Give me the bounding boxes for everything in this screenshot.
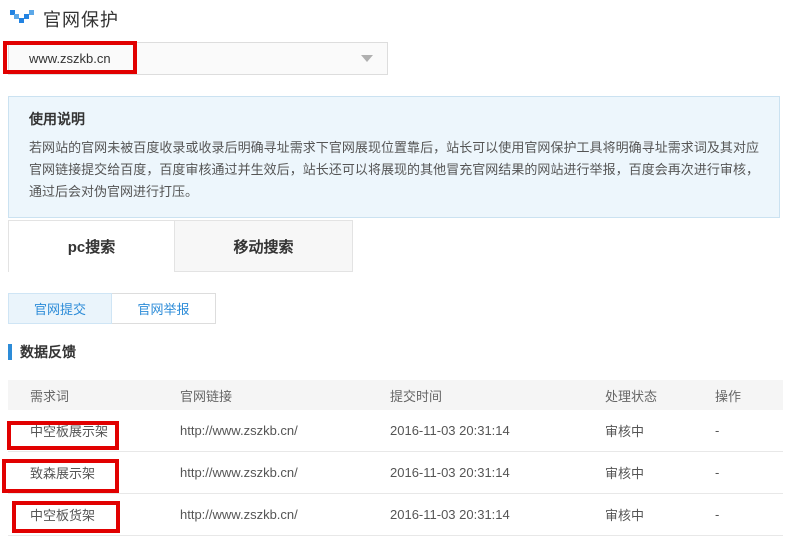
table-header-row: 需求词 官网链接 提交时间 处理状态 操作 — [8, 380, 783, 410]
cell-url: http://www.zszkb.cn/ — [180, 465, 390, 480]
cell-time: 2016-11-03 20:31:14 — [390, 423, 605, 438]
subtab-site-report-label: 官网举报 — [137, 299, 189, 318]
table-row: 中空板展示架 http://www.zszkb.cn/ 2016-11-03 2… — [8, 410, 783, 452]
action-subtabs: 官网提交 官网举报 — [8, 293, 216, 324]
cell-url: http://www.zszkb.cn/ — [180, 507, 390, 522]
header-action: 操作 — [715, 386, 783, 405]
cell-action: - — [715, 507, 783, 522]
header-time: 提交时间 — [390, 386, 605, 405]
cell-status: 审核中 — [605, 421, 715, 440]
site-selector-dropdown[interactable]: www.zszkb.cn — [8, 42, 388, 75]
subtab-site-report[interactable]: 官网举报 — [112, 293, 216, 324]
cell-keyword: 致森展示架 — [8, 463, 180, 482]
subtab-site-submit[interactable]: 官网提交 — [8, 293, 112, 324]
section-title-text: 数据反馈 — [20, 342, 76, 362]
data-feedback-section-title: 数据反馈 — [8, 342, 76, 362]
notice-title: 使用说明 — [29, 109, 759, 129]
header-status: 处理状态 — [605, 386, 715, 405]
pixel-v-logo-icon — [10, 9, 34, 30]
search-type-tabs: pc搜索 移动搜索 — [8, 220, 353, 272]
site-selector-value: www.zszkb.cn — [9, 51, 111, 66]
cell-status: 审核中 — [605, 463, 715, 482]
cell-time: 2016-11-03 20:31:14 — [390, 465, 605, 480]
page-header: 官网保护 — [10, 6, 119, 32]
cell-keyword: 中空板货架 — [8, 505, 180, 524]
official-site-protection-page: 官网保护 www.zszkb.cn 使用说明 若网站的官网未被百度收录或收录后明… — [0, 0, 809, 557]
tab-mobile-search[interactable]: 移动搜索 — [175, 220, 353, 272]
cell-keyword: 中空板展示架 — [8, 421, 180, 440]
usage-notice: 使用说明 若网站的官网未被百度收录或收录后明确寻址需求下官网展现位置靠后，站长可… — [8, 96, 780, 218]
cell-action: - — [715, 465, 783, 480]
cell-action: - — [715, 423, 783, 438]
cell-time: 2016-11-03 20:31:14 — [390, 507, 605, 522]
notice-body: 若网站的官网未被百度收录或收录后明确寻址需求下官网展现位置靠后，站长可以使用官网… — [29, 137, 759, 203]
blue-bar-icon — [8, 344, 12, 360]
table-row: 致森展示架 http://www.zszkb.cn/ 2016-11-03 20… — [8, 452, 783, 494]
table-row: 中空板货架 http://www.zszkb.cn/ 2016-11-03 20… — [8, 494, 783, 536]
tab-pc-search[interactable]: pc搜索 — [8, 220, 175, 272]
page-title: 官网保护 — [43, 6, 119, 32]
header-url: 官网链接 — [180, 386, 390, 405]
chevron-down-icon — [361, 55, 373, 62]
header-keyword: 需求词 — [8, 386, 180, 405]
subtab-site-submit-label: 官网提交 — [34, 299, 86, 318]
tab-mobile-search-label: 移动搜索 — [233, 236, 293, 257]
cell-status: 审核中 — [605, 505, 715, 524]
feedback-table: 需求词 官网链接 提交时间 处理状态 操作 中空板展示架 http://www.… — [8, 380, 783, 536]
cell-url: http://www.zszkb.cn/ — [180, 423, 390, 438]
tab-pc-search-label: pc搜索 — [68, 236, 116, 257]
